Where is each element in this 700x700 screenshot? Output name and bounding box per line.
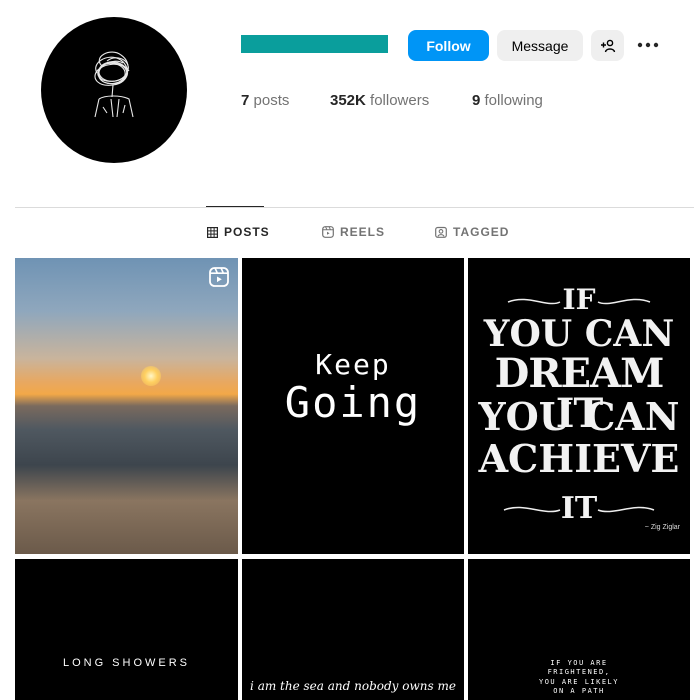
going-text: Going	[284, 378, 422, 427]
frightened-line-3: YOU ARE LIKELY	[538, 677, 619, 686]
followers-label: followers	[370, 92, 430, 109]
posts-label: posts	[253, 92, 290, 109]
message-button[interactable]: Message	[497, 30, 583, 61]
add-user-button[interactable]	[591, 30, 624, 61]
dream-line-4: YOU CAN	[478, 394, 680, 439]
dream-line-5: ACHIEVE	[478, 436, 680, 481]
tab-posts-label: POSTS	[224, 225, 270, 239]
tab-tagged-label: TAGGED	[453, 225, 510, 239]
grid-icon	[207, 226, 218, 238]
following-stat[interactable]: 9 following	[472, 92, 543, 109]
keep-text: Keep	[315, 348, 391, 381]
frightened-quote-text: IF YOU ARE FRIGHTENED, YOU ARE LIKELY ON…	[468, 659, 690, 697]
long-showers-text: LONG SHOWERS	[62, 657, 191, 669]
more-options-icon[interactable]	[634, 34, 662, 56]
followers-count: 352K	[330, 92, 366, 109]
quote-attribution: ~ Zig Ziglar	[644, 524, 680, 531]
frightened-line-2: FRIGHTENED,	[547, 668, 611, 677]
dream-line-1: IF	[562, 283, 596, 316]
active-tab-indicator	[206, 206, 264, 207]
tagged-icon	[435, 226, 447, 238]
tab-reels-label: REELS	[340, 225, 386, 239]
frightened-line-4: ON A PATH	[553, 687, 605, 696]
sunset-photo	[15, 258, 238, 554]
tabs-divider	[15, 207, 694, 208]
post-tile-dream-quote[interactable]: IF YOU CAN DREAM IT YOU CAN ACHIEVE IT ~…	[468, 258, 690, 554]
scribble-head-illustration	[94, 51, 134, 118]
posts-stat: 7 posts	[241, 92, 289, 109]
post-tile-sunset-reel[interactable]	[15, 258, 238, 554]
tab-reels[interactable]: REELS	[322, 225, 385, 239]
following-label: following	[484, 92, 543, 109]
dream-line-6: IT	[560, 491, 598, 526]
tab-posts[interactable]: POSTS	[207, 225, 270, 239]
post-tile-sea-quote[interactable]: i am the sea and nobody owns me	[242, 559, 464, 700]
username-bar	[241, 35, 388, 53]
sun-glow	[141, 366, 161, 386]
post-tile-keep-going[interactable]: Keep Going	[242, 258, 464, 554]
dream-line-2: YOU CAN	[483, 313, 675, 355]
profile-avatar[interactable]	[41, 17, 187, 163]
add-user-icon	[600, 39, 615, 52]
sea-quote-text: i am the sea and nobody owns me	[250, 679, 456, 693]
follow-button[interactable]: Follow	[408, 30, 489, 61]
frightened-line-1: IF YOU ARE	[550, 659, 608, 667]
post-tile-long-showers[interactable]: LONG SHOWERS	[15, 559, 238, 700]
tab-tagged[interactable]: TAGGED	[435, 225, 509, 239]
followers-stat[interactable]: 352K followers	[330, 92, 429, 109]
following-count: 9	[472, 92, 481, 109]
posts-count: 7	[241, 92, 250, 109]
post-tile-frightened-quote[interactable]: IF YOU ARE FRIGHTENED, YOU ARE LIKELY ON…	[468, 559, 690, 700]
reel-icon	[209, 267, 229, 287]
reels-icon	[322, 226, 334, 238]
